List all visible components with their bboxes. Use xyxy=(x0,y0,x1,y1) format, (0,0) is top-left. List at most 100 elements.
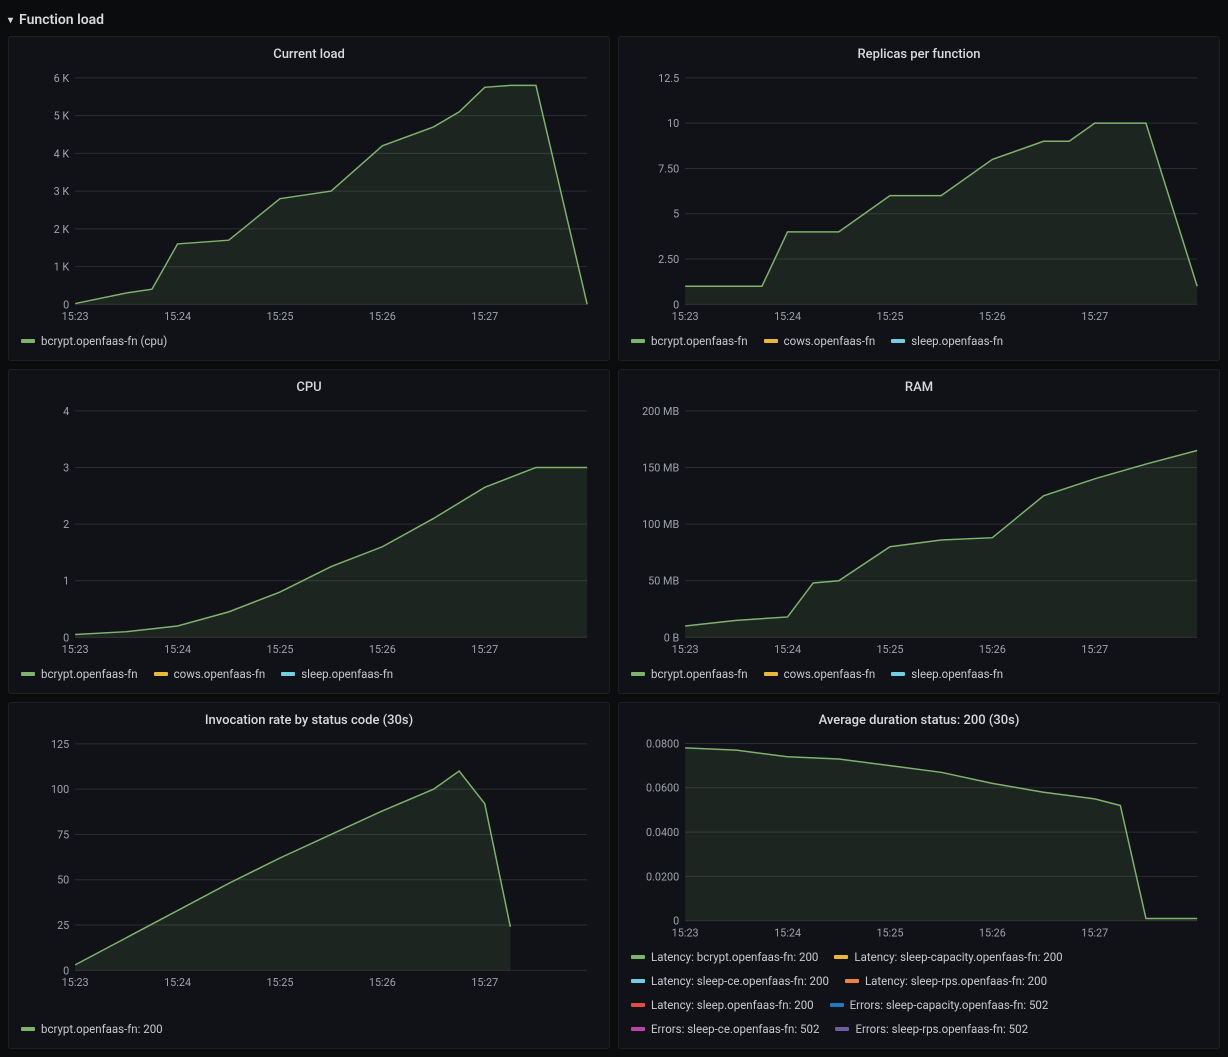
svg-text:50 MB: 50 MB xyxy=(648,575,679,588)
chart-area[interactable]: 02.5057.501012.515:2315:2415:2515:2615:2… xyxy=(631,68,1207,328)
svg-text:1 K: 1 K xyxy=(54,261,70,274)
legend-item[interactable]: sleep.openfaas-fn xyxy=(281,667,393,681)
panel-title: CPU xyxy=(21,380,597,395)
svg-text:150 MB: 150 MB xyxy=(642,461,679,474)
legend-item[interactable]: Latency: sleep-rps.openfaas-fn: 200 xyxy=(845,974,1047,988)
panel-replicas[interactable]: Replicas per function02.5057.501012.515:… xyxy=(618,36,1220,361)
svg-text:125: 125 xyxy=(51,738,69,751)
svg-text:15:27: 15:27 xyxy=(471,976,498,989)
legend-item[interactable]: bcrypt.openfaas-fn xyxy=(21,667,138,681)
svg-text:10: 10 xyxy=(667,117,679,130)
svg-text:15:26: 15:26 xyxy=(979,310,1006,323)
panel-title: RAM xyxy=(631,380,1207,395)
chart-area[interactable]: 01 K2 K3 K4 K5 K6 K15:2315:2415:2515:261… xyxy=(21,68,597,328)
legend-label: sleep.openfaas-fn xyxy=(911,334,1003,348)
legend-item[interactable]: sleep.openfaas-fn xyxy=(891,667,1003,681)
chart-area[interactable]: 0 B50 MB100 MB150 MB200 MB15:2315:2415:2… xyxy=(631,401,1207,661)
legend-item[interactable]: bcrypt.openfaas-fn xyxy=(631,667,748,681)
svg-text:12.5: 12.5 xyxy=(658,72,679,85)
legend-label: Errors: sleep-ce.openfaas-fn: 502 xyxy=(651,1022,819,1036)
legend-swatch xyxy=(631,339,645,343)
legend-label: Errors: sleep-rps.openfaas-fn: 502 xyxy=(855,1022,1028,1036)
legend: bcrypt.openfaas-fn (cpu) xyxy=(21,328,597,348)
panel-invocation_rate[interactable]: Invocation rate by status code (30s)0255… xyxy=(8,702,610,1049)
legend-swatch xyxy=(281,672,295,676)
panel-grid: Current load01 K2 K3 K4 K5 K6 K15:2315:2… xyxy=(8,36,1220,1049)
svg-text:15:23: 15:23 xyxy=(672,643,699,656)
svg-text:15:24: 15:24 xyxy=(774,643,801,656)
legend-label: Latency: bcrypt.openfaas-fn: 200 xyxy=(651,950,818,964)
svg-text:100 MB: 100 MB xyxy=(642,518,679,531)
legend: bcrypt.openfaas-fn: 200 xyxy=(21,1016,597,1036)
legend-item[interactable]: cows.openfaas-fn xyxy=(154,667,266,681)
legend-item[interactable]: bcrypt.openfaas-fn (cpu) xyxy=(21,334,167,348)
svg-text:0.0800: 0.0800 xyxy=(646,737,679,750)
legend-item[interactable]: Latency: sleep-ce.openfaas-fn: 200 xyxy=(631,974,829,988)
legend-label: Latency: sleep-ce.openfaas-fn: 200 xyxy=(651,974,829,988)
legend-swatch xyxy=(631,1003,645,1007)
svg-text:15:25: 15:25 xyxy=(876,310,903,323)
svg-text:15:24: 15:24 xyxy=(164,976,191,989)
legend-item[interactable]: bcrypt.openfaas-fn: 200 xyxy=(21,1022,163,1036)
panel-ram[interactable]: RAM0 B50 MB100 MB150 MB200 MB15:2315:241… xyxy=(618,369,1220,694)
panel-current_load[interactable]: Current load01 K2 K3 K4 K5 K6 K15:2315:2… xyxy=(8,36,610,361)
svg-text:15:23: 15:23 xyxy=(62,310,89,323)
svg-text:15:25: 15:25 xyxy=(266,976,293,989)
legend-item[interactable]: Errors: sleep-ce.openfaas-fn: 502 xyxy=(631,1022,819,1036)
svg-text:15:25: 15:25 xyxy=(876,643,903,656)
legend-item[interactable]: Latency: bcrypt.openfaas-fn: 200 xyxy=(631,950,818,964)
chevron-down-icon: ▾ xyxy=(8,15,13,26)
legend-swatch xyxy=(631,955,645,959)
legend-swatch xyxy=(21,339,35,343)
panel-avg_duration[interactable]: Average duration status: 200 (30s)00.020… xyxy=(618,702,1220,1049)
svg-text:15:23: 15:23 xyxy=(672,310,699,323)
panel-cpu[interactable]: CPU0123415:2315:2415:2515:2615:27bcrypt.… xyxy=(8,369,610,694)
legend-label: Latency: sleep-rps.openfaas-fn: 200 xyxy=(865,974,1047,988)
legend-item[interactable]: cows.openfaas-fn xyxy=(764,667,876,681)
legend-item[interactable]: Errors: sleep-capacity.openfaas-fn: 502 xyxy=(830,998,1049,1012)
chart-area[interactable]: 00.02000.04000.06000.080015:2315:2415:25… xyxy=(631,734,1207,944)
chart-area[interactable]: 0123415:2315:2415:2515:2615:27 xyxy=(21,401,597,661)
svg-text:6 K: 6 K xyxy=(54,72,70,85)
svg-text:200 MB: 200 MB xyxy=(642,405,679,418)
svg-text:15:23: 15:23 xyxy=(62,643,89,656)
legend-item[interactable]: Latency: sleep.openfaas-fn: 200 xyxy=(631,998,814,1012)
chart-area[interactable]: 025507510012515:2315:2415:2515:2615:27 xyxy=(21,734,597,1016)
svg-text:2.50: 2.50 xyxy=(658,253,679,266)
section-header[interactable]: ▾ Function load xyxy=(8,8,1220,36)
svg-text:15:26: 15:26 xyxy=(369,310,396,323)
legend-label: sleep.openfaas-fn xyxy=(911,667,1003,681)
legend-item[interactable]: sleep.openfaas-fn xyxy=(891,334,1003,348)
legend-swatch xyxy=(835,1027,849,1031)
legend-item[interactable]: Errors: sleep-rps.openfaas-fn: 502 xyxy=(835,1022,1028,1036)
svg-text:15:24: 15:24 xyxy=(164,310,191,323)
legend-swatch xyxy=(891,672,905,676)
svg-text:15:25: 15:25 xyxy=(266,310,293,323)
legend-swatch xyxy=(845,979,859,983)
legend-item[interactable]: cows.openfaas-fn xyxy=(764,334,876,348)
section-title: Function load xyxy=(19,12,104,28)
panel-title: Replicas per function xyxy=(631,47,1207,62)
svg-text:15:26: 15:26 xyxy=(369,976,396,989)
svg-text:15:26: 15:26 xyxy=(979,643,1006,656)
svg-text:2 K: 2 K xyxy=(54,223,70,236)
svg-text:15:25: 15:25 xyxy=(266,643,293,656)
svg-text:15:27: 15:27 xyxy=(471,643,498,656)
legend-label: Latency: sleep-capacity.openfaas-fn: 200 xyxy=(854,950,1062,964)
legend-label: bcrypt.openfaas-fn xyxy=(41,667,138,681)
svg-text:7.50: 7.50 xyxy=(658,162,679,175)
svg-text:15:24: 15:24 xyxy=(164,643,191,656)
legend-swatch xyxy=(631,979,645,983)
legend-label: Latency: sleep.openfaas-fn: 200 xyxy=(651,998,814,1012)
svg-text:15:27: 15:27 xyxy=(1081,310,1108,323)
svg-text:0.0200: 0.0200 xyxy=(646,870,679,883)
legend-label: bcrypt.openfaas-fn (cpu) xyxy=(41,334,167,348)
legend: bcrypt.openfaas-fn cows.openfaas-fn sleep.… xyxy=(631,328,1207,348)
svg-text:3 K: 3 K xyxy=(54,185,70,198)
svg-text:15:27: 15:27 xyxy=(1081,643,1108,656)
svg-text:25: 25 xyxy=(57,919,69,932)
legend-swatch xyxy=(764,672,778,676)
legend-item[interactable]: Latency: sleep-capacity.openfaas-fn: 200 xyxy=(834,950,1062,964)
legend-swatch xyxy=(631,1027,645,1031)
legend-item[interactable]: bcrypt.openfaas-fn xyxy=(631,334,748,348)
